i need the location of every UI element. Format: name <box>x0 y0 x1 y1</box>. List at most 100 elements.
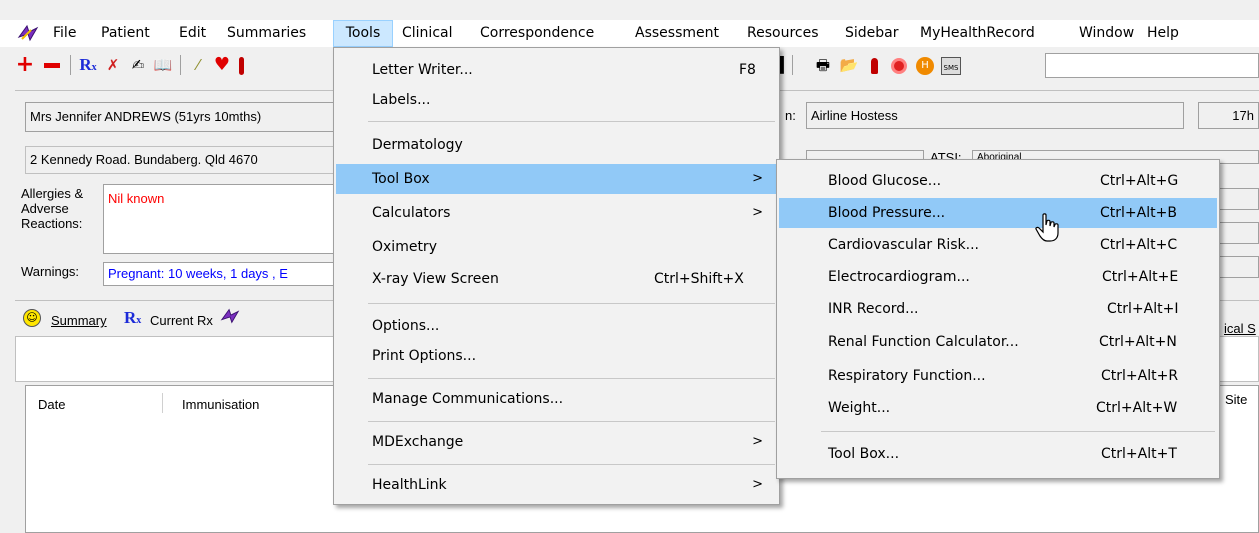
menu-item-shortcut: Ctrl+Alt+R <box>1101 368 1179 384</box>
menu-summaries[interactable]: Summaries <box>222 20 311 47</box>
menu-item-letter-writer[interactable]: Letter Writer... F8 <box>336 55 777 85</box>
tab-clinical-partial[interactable]: ical S <box>1224 321 1256 336</box>
rx-tab-icon[interactable]: Rx <box>124 308 141 328</box>
submenu-item-cardiovascular-risk[interactable]: Cardiovascular Risk... Ctrl+Alt+C <box>779 230 1217 260</box>
thermometer-icon[interactable] <box>236 55 246 75</box>
menu-separator <box>368 378 775 379</box>
menu-help[interactable]: Help <box>1142 20 1184 47</box>
menu-file[interactable]: File <box>48 20 81 47</box>
menu-item-calculators[interactable]: Calculators > <box>336 198 777 228</box>
tab-app-icon[interactable] <box>220 306 240 326</box>
pen-icon[interactable]: ⁄ <box>188 55 208 75</box>
patient-address-field: 2 Kennedy Road. Bundaberg. Qld 4670 <box>25 146 340 174</box>
submenu-item-electrocardiogram[interactable]: Electrocardiogram... Ctrl+Alt+E <box>779 262 1217 292</box>
menu-item-label: Options... <box>372 318 440 334</box>
menu-item-options[interactable]: Options... <box>336 311 777 341</box>
menu-item-print-options[interactable]: Print Options... <box>336 341 777 371</box>
menu-edit[interactable]: Edit <box>174 20 211 47</box>
menu-item-label: MDExchange <box>372 434 464 450</box>
menu-sidebar[interactable]: Sidebar <box>840 20 904 47</box>
menu-separator <box>368 303 775 304</box>
menu-resources[interactable]: Resources <box>742 20 824 47</box>
menu-item-label: Calculators <box>372 205 451 221</box>
menu-item-label: Letter Writer... <box>372 62 473 78</box>
menu-item-label: Respiratory Function... <box>828 368 986 384</box>
menu-item-label: Blood Glucose... <box>828 173 942 189</box>
menu-item-dermatology[interactable]: Dermatology <box>336 130 777 160</box>
menu-item-tool-box[interactable]: Tool Box > <box>336 164 777 194</box>
menu-item-shortcut: Ctrl+Alt+T <box>1101 446 1177 462</box>
signature-icon[interactable]: ✍ <box>128 55 148 75</box>
menu-item-labels[interactable]: Labels... <box>336 85 777 115</box>
submenu-item-renal-function-calculator[interactable]: Renal Function Calculator... Ctrl+Alt+N <box>779 327 1217 357</box>
column-date[interactable]: Date <box>38 397 65 412</box>
add-icon[interactable]: + <box>15 54 35 76</box>
submenu-arrow-icon: > <box>752 477 763 492</box>
submenu-item-weight[interactable]: Weight... Ctrl+Alt+W <box>779 393 1217 423</box>
tab-summary[interactable]: Summary <box>51 313 107 328</box>
column-divider <box>162 393 163 413</box>
book-icon[interactable]: 📖 <box>152 55 174 75</box>
warnings-field[interactable]: Pregnant: 10 weeks, 1 days , E <box>103 262 340 286</box>
allergies-value: Nil known <box>108 191 165 206</box>
submenu-item-blood-glucose[interactable]: Blood Glucose... Ctrl+Alt+G <box>779 166 1217 196</box>
menu-item-xray-view-screen[interactable]: X-ray View Screen Ctrl+Shift+X <box>336 264 777 294</box>
menu-item-oximetry[interactable]: Oximetry <box>336 232 777 262</box>
menu-window[interactable]: Window <box>1074 20 1139 47</box>
menu-item-label: Dermatology <box>372 137 463 153</box>
occupation-label: n: <box>785 108 796 123</box>
menu-item-label: HealthLink <box>372 477 447 493</box>
menu-item-shortcut: Ctrl+Alt+C <box>1100 237 1178 253</box>
printer-icon[interactable]: 🖶 <box>812 55 834 75</box>
toolbar-search-input[interactable] <box>1045 53 1259 78</box>
app-logo-icon[interactable] <box>17 23 39 43</box>
toolbar-separator <box>792 55 793 75</box>
circle-logo-icon[interactable] <box>888 55 910 75</box>
submenu-arrow-icon: > <box>752 434 763 449</box>
menu-item-label: Blood Pressure... <box>828 205 946 221</box>
menu-clinical[interactable]: Clinical <box>397 20 457 47</box>
warnings-label: Warnings: <box>21 264 80 279</box>
allergies-field[interactable]: Nil known <box>103 184 340 254</box>
menu-item-label: Weight... <box>828 400 891 416</box>
menu-item-shortcut: Ctrl+Alt+B <box>1100 205 1177 221</box>
submenu-item-inr-record[interactable]: INR Record... Ctrl+Alt+I <box>779 294 1217 324</box>
heart-icon[interactable]: ♥ <box>212 55 232 75</box>
smiley-icon[interactable]: ☺ <box>23 309 41 327</box>
person-icon[interactable] <box>866 55 882 75</box>
prescription-icon[interactable]: Rx <box>78 55 98 75</box>
menu-item-label: Labels... <box>372 92 431 108</box>
menu-separator <box>368 464 775 465</box>
remove-icon[interactable] <box>42 55 62 75</box>
menu-tools[interactable]: Tools <box>333 20 393 47</box>
menu-item-healthlink[interactable]: HealthLink > <box>336 470 777 500</box>
tools-menu: Letter Writer... F8 Labels... Dermatolog… <box>333 47 780 505</box>
folder-open-icon[interactable]: 📂 <box>838 55 860 75</box>
menu-patient[interactable]: Patient <box>96 20 155 47</box>
patient-name-field: Mrs Jennifer ANDREWS (51yrs 10mths) <box>25 102 340 132</box>
toolbox-submenu: Blood Glucose... Ctrl+Alt+G Blood Pressu… <box>776 159 1220 479</box>
menu-separator <box>368 421 775 422</box>
menu-item-shortcut: Ctrl+Shift+X <box>654 271 744 287</box>
menu-item-shortcut: Ctrl+Alt+N <box>1099 334 1177 350</box>
menu-separator <box>821 431 1215 432</box>
menu-item-shortcut: Ctrl+Alt+G <box>1100 173 1179 189</box>
submenu-item-tool-box[interactable]: Tool Box... Ctrl+Alt+T <box>779 439 1217 469</box>
orange-badge-icon[interactable]: H <box>914 55 936 75</box>
menu-item-manage-communications[interactable]: Manage Communications... <box>336 384 777 414</box>
menu-item-mdexchange[interactable]: MDExchange > <box>336 427 777 457</box>
menu-item-shortcut: Ctrl+Alt+W <box>1096 400 1178 416</box>
menu-item-label: Tool Box... <box>828 446 900 462</box>
run-icon[interactable]: ✗ <box>103 55 123 75</box>
sms-icon[interactable]: SMS <box>940 55 962 75</box>
submenu-item-respiratory-function[interactable]: Respiratory Function... Ctrl+Alt+R <box>779 361 1217 391</box>
menu-assessment[interactable]: Assessment <box>630 20 724 47</box>
column-site[interactable]: Site <box>1225 392 1247 407</box>
menu-correspondence[interactable]: Correspondence <box>475 20 599 47</box>
tab-current-rx[interactable]: Current Rx <box>150 313 213 328</box>
submenu-item-blood-pressure[interactable]: Blood Pressure... Ctrl+Alt+B <box>779 198 1217 228</box>
column-immunisation[interactable]: Immunisation <box>182 397 259 412</box>
left-rail <box>0 90 15 533</box>
menu-item-label: Renal Function Calculator... <box>828 334 1019 350</box>
menu-myhealthrecord[interactable]: MyHealthRecord <box>915 20 1040 47</box>
